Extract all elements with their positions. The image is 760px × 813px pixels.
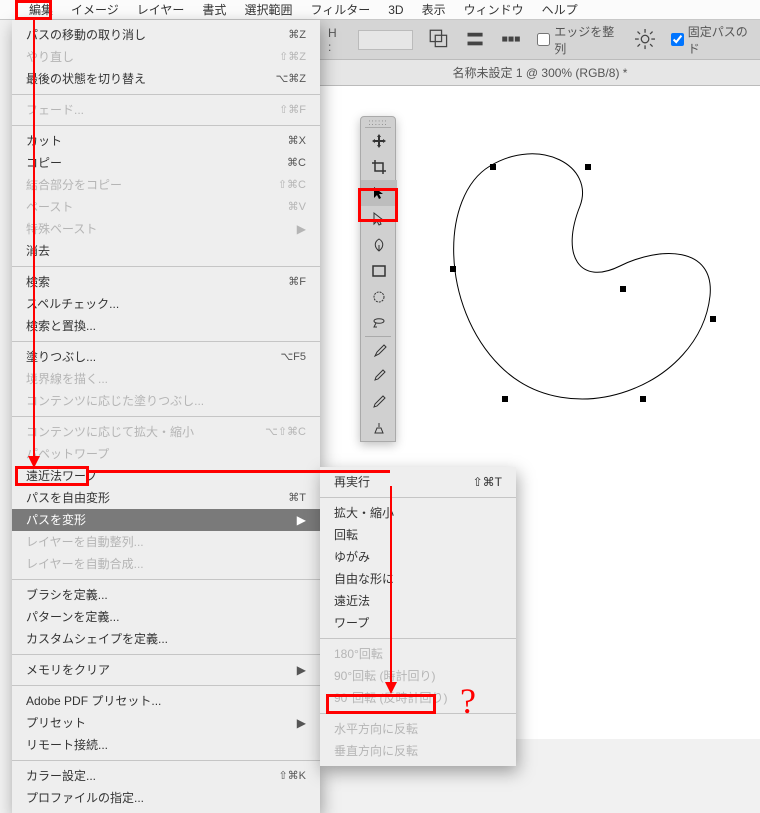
path-selection-tool[interactable] <box>361 180 397 206</box>
menu-find-replace[interactable]: 検索と置換... <box>12 315 320 337</box>
anchor-point[interactable] <box>585 164 591 170</box>
align-edges-label: エッジを整列 <box>554 23 618 57</box>
menu-free-transform-path[interactable]: パスを自由変形⌘T <box>12 487 320 509</box>
menu-auto-blend-layers: レイヤーを自動合成... <box>12 553 320 575</box>
menu-auto-align-layers: レイヤーを自動整列... <box>12 531 320 553</box>
menu-type[interactable]: 書式 <box>193 0 235 20</box>
path-shape[interactable] <box>430 136 730 416</box>
anchor-point[interactable] <box>450 266 456 272</box>
menu-transform-path[interactable]: パスを変形▶ <box>12 509 320 531</box>
anchor-point[interactable] <box>710 316 716 322</box>
height-field[interactable] <box>358 30 413 50</box>
menu-search[interactable]: 検索⌘F <box>12 271 320 293</box>
clone-tool[interactable] <box>361 415 397 441</box>
menu-paste-special: 特殊ペースト▶ <box>12 218 320 240</box>
menu-redo: やり直し⇧⌘Z <box>12 46 320 68</box>
transform-submenu: 再実行⇧⌘T 拡大・縮小 回転 ゆがみ 自由な形に 遠近法 ワープ 180°回転… <box>320 467 516 766</box>
menu-window[interactable]: ウィンドウ <box>455 0 533 20</box>
menu-paste: ペースト⌘V <box>12 196 320 218</box>
edit-menu-dropdown: パスの移動の取り消し⌘Z やり直し⇧⌘Z 最後の状態を切り替え⌥⌘Z フェード.… <box>12 20 320 813</box>
fixed-path-label: 固定パスのド <box>688 23 752 57</box>
menu-remote-connection[interactable]: リモート接続... <box>12 734 320 756</box>
menu-undo[interactable]: パスの移動の取り消し⌘Z <box>12 24 320 46</box>
anchor-point[interactable] <box>640 396 646 402</box>
align-edges-checkbox[interactable]: エッジを整列 <box>537 23 618 57</box>
gear-icon[interactable] <box>635 29 655 51</box>
menu-stroke: 境界線を描く... <box>12 368 320 390</box>
annotation-connector <box>88 470 390 473</box>
menu-view[interactable]: 表示 <box>413 0 455 20</box>
menu-copy[interactable]: コピー⌘C <box>12 152 320 174</box>
menu-cut[interactable]: カット⌘X <box>12 130 320 152</box>
submenu-scale[interactable]: 拡大・縮小 <box>320 502 516 524</box>
menu-spellcheck[interactable]: スペルチェック... <box>12 293 320 315</box>
crop-tool[interactable] <box>361 154 397 180</box>
menu-purge[interactable]: メモリをクリア▶ <box>12 659 320 681</box>
menu-presets[interactable]: プリセット▶ <box>12 712 320 734</box>
menu-define-shape[interactable]: カスタムシェイプを定義... <box>12 628 320 650</box>
overlap-icon[interactable] <box>429 29 449 51</box>
menu-filter[interactable]: フィルター <box>301 0 379 20</box>
lasso-tool[interactable] <box>361 310 397 336</box>
submenu-rotate[interactable]: 回転 <box>320 524 516 546</box>
submenu-rotate-90ccw: 90°回転 (反時計回り) <box>320 687 516 709</box>
menu-edit[interactable]: 編集 <box>20 0 62 20</box>
ellipse-tool[interactable] <box>361 284 397 310</box>
height-label: H : <box>328 26 342 54</box>
submenu-distort[interactable]: 自由な形に <box>320 568 516 590</box>
document-tab[interactable]: 名称未設定 1 @ 300% (RGB/8) * <box>320 60 760 86</box>
submenu-warp[interactable]: ワープ <box>320 612 516 634</box>
menu-content-aware-scale: コンテンツに応じて拡大・縮小⌥⇧⌘C <box>12 421 320 443</box>
submenu-flip-vertical: 垂直方向に反転 <box>320 740 516 762</box>
rectangle-tool[interactable] <box>361 258 397 284</box>
anchor-point[interactable] <box>502 396 508 402</box>
menu-pdf-presets[interactable]: Adobe PDF プリセット... <box>12 690 320 712</box>
menu-select[interactable]: 選択範囲 <box>235 0 301 20</box>
app-menubar: 編集 イメージ レイヤー 書式 選択範囲 フィルター 3D 表示 ウィンドウ ヘ… <box>0 0 760 20</box>
pencil-tool[interactable] <box>361 389 397 415</box>
menu-assign-profile[interactable]: プロファイルの指定... <box>12 787 320 809</box>
anchor-point[interactable] <box>490 164 496 170</box>
align-icon[interactable] <box>465 29 485 51</box>
menu-3d[interactable]: 3D <box>379 0 412 20</box>
brush-tool[interactable] <box>361 337 397 363</box>
submenu-again[interactable]: 再実行⇧⌘T <box>320 471 516 493</box>
pen-tool[interactable] <box>361 232 397 258</box>
menu-fade: フェード...⇧⌘F <box>12 99 320 121</box>
menu-toggle-last[interactable]: 最後の状態を切り替え⌥⌘Z <box>12 68 320 90</box>
menu-fill[interactable]: 塗りつぶし...⌥F5 <box>12 346 320 368</box>
submenu-skew[interactable]: ゆがみ <box>320 546 516 568</box>
menu-define-brush[interactable]: ブラシを定義... <box>12 584 320 606</box>
submenu-flip-horizontal: 水平方向に反転 <box>320 718 516 740</box>
menu-perspective-warp[interactable]: 遠近法ワープ <box>12 465 320 487</box>
move-tool[interactable] <box>361 128 397 154</box>
menu-help[interactable]: ヘルプ <box>533 0 587 20</box>
panel-grip[interactable]: :::::: <box>361 117 395 127</box>
distribute-icon[interactable] <box>501 29 521 51</box>
menu-clear[interactable]: 消去 <box>12 240 320 262</box>
submenu-perspective[interactable]: 遠近法 <box>320 590 516 612</box>
tools-panel: :::::: <box>360 116 396 442</box>
anchor-point[interactable] <box>620 286 626 292</box>
direct-selection-tool[interactable] <box>361 206 397 232</box>
submenu-rotate-90cw: 90°回転 (時計回り) <box>320 665 516 687</box>
menu-image[interactable]: イメージ <box>62 0 128 20</box>
fixed-path-checkbox[interactable]: 固定パスのド <box>671 23 752 57</box>
menu-layer[interactable]: レイヤー <box>128 0 194 20</box>
eyedropper-tool[interactable] <box>361 363 397 389</box>
menu-copy-merged: 結合部分をコピー⇧⌘C <box>12 174 320 196</box>
menu-content-aware-fill: コンテンツに応じた塗りつぶし... <box>12 390 320 412</box>
options-bar: H : エッジを整列 固定パスのド <box>320 20 760 60</box>
menu-puppet-warp: パペットワープ <box>12 443 320 465</box>
submenu-rotate-180: 180°回転 <box>320 643 516 665</box>
document-title: 名称未設定 1 @ 300% (RGB/8) * <box>453 64 628 81</box>
menu-define-pattern[interactable]: パターンを定義... <box>12 606 320 628</box>
menu-color-settings[interactable]: カラー設定...⇧⌘K <box>12 765 320 787</box>
